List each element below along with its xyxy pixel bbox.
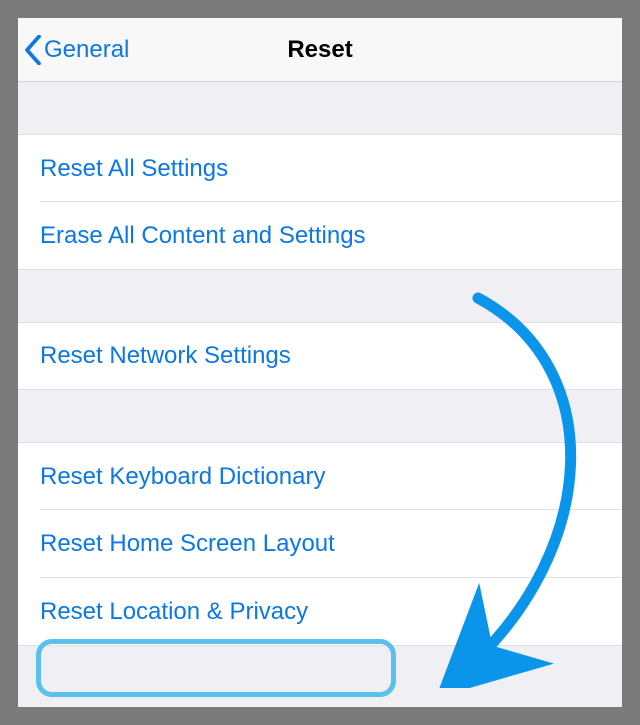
cell-label: Reset Keyboard Dictionary: [40, 463, 325, 491]
cell-label: Reset Home Screen Layout: [40, 530, 335, 558]
cell-label: Reset All Settings: [40, 155, 228, 183]
settings-screen: General Reset Reset All Settings Erase A…: [18, 18, 622, 707]
navbar: General Reset: [18, 18, 622, 82]
group-gap: [18, 82, 622, 134]
erase-all-content[interactable]: Erase All Content and Settings: [18, 202, 622, 270]
reset-location-privacy[interactable]: Reset Location & Privacy: [18, 578, 622, 646]
back-button[interactable]: General: [18, 35, 129, 65]
back-label: General: [44, 36, 129, 64]
cell-label: Reset Network Settings: [40, 342, 291, 370]
reset-home-screen-layout[interactable]: Reset Home Screen Layout: [18, 510, 622, 578]
reset-all-settings[interactable]: Reset All Settings: [18, 134, 622, 202]
group-gap: [18, 270, 622, 322]
group-gap: [18, 390, 622, 442]
cell-label: Reset Location & Privacy: [40, 598, 308, 626]
chevron-left-icon: [24, 35, 42, 65]
reset-keyboard-dictionary[interactable]: Reset Keyboard Dictionary: [18, 442, 622, 510]
cell-label: Erase All Content and Settings: [40, 222, 366, 250]
reset-network-settings[interactable]: Reset Network Settings: [18, 322, 622, 390]
highlight-ring: [36, 639, 396, 697]
